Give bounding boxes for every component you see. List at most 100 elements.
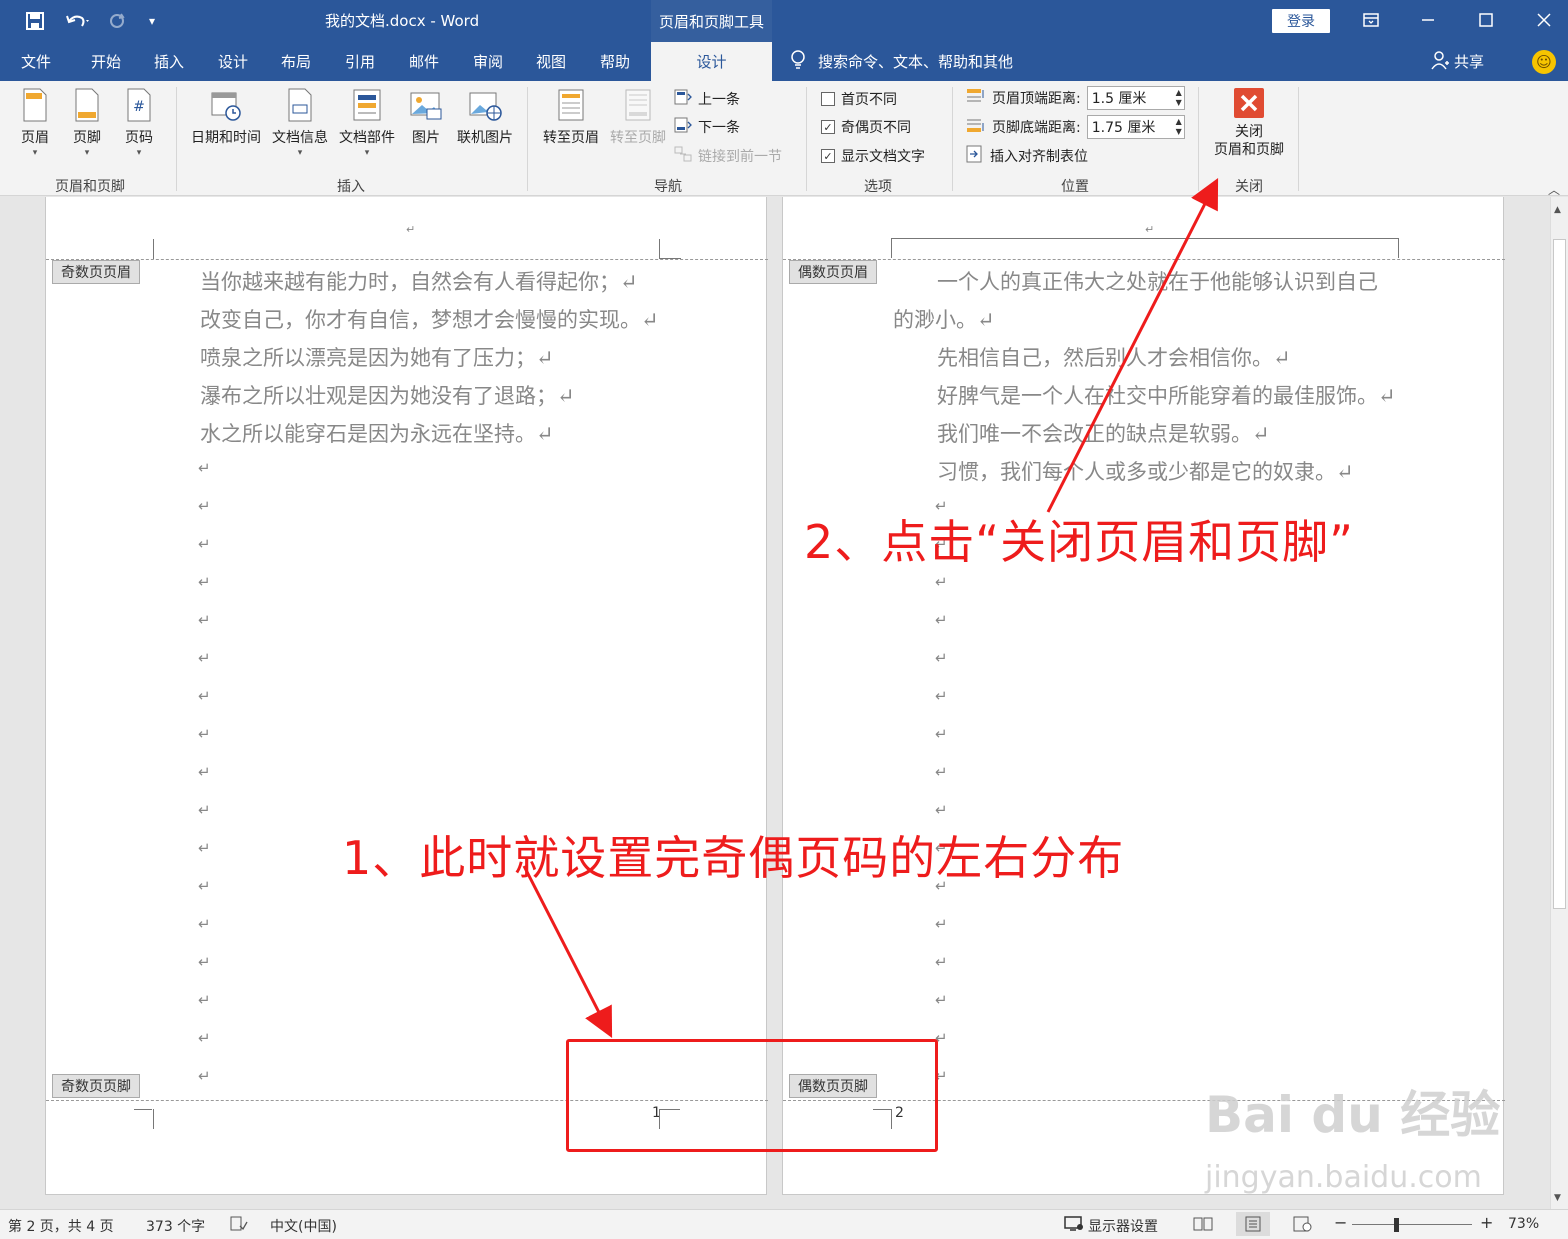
- footer-page-icon: [70, 87, 104, 123]
- calendar-clock-icon: [209, 87, 243, 123]
- goto-header-icon: [554, 87, 588, 123]
- minimize-icon[interactable]: [1404, 4, 1452, 36]
- tab-help[interactable]: 帮助: [589, 42, 641, 81]
- text-line[interactable]: 瀑布之所以壮观是因为她没有了退路；↵: [200, 380, 575, 410]
- insert-alignment-tab-button[interactable]: 插入对齐制表位: [966, 145, 1088, 167]
- header-boundary: [783, 259, 1505, 260]
- text-line[interactable]: 的渺小。↵: [893, 304, 995, 334]
- display-settings-button[interactable]: 显示器设置: [1064, 1216, 1158, 1236]
- scroll-up-arrow-icon[interactable]: ▲: [1554, 205, 1561, 215]
- text-line[interactable]: 好脾气是一个人在社交中所能穿着的最佳服饰。↵: [937, 380, 1396, 410]
- zoom-level[interactable]: 73%: [1508, 1216, 1539, 1232]
- text-line[interactable]: 改变自己，你才有自信，梦想才会慢慢的实现。↵: [200, 304, 659, 334]
- paragraph-mark: ↵: [1145, 223, 1155, 236]
- spinner-arrows-icon[interactable]: ▲ ▼: [1176, 117, 1182, 137]
- header-top-distance: 页眉顶端距离: 1.5 厘米 ▲ ▼: [966, 86, 1185, 110]
- customize-qat-icon[interactable]: ▾: [142, 8, 162, 34]
- footer-bottom-spinner[interactable]: 1.75 厘米 ▲ ▼: [1086, 115, 1185, 139]
- read-mode-icon[interactable]: [1193, 1216, 1213, 1236]
- scroll-down-arrow-icon[interactable]: ▼: [1554, 1193, 1561, 1203]
- text-line[interactable]: 我们唯一不会改正的缺点是软弱。↵: [937, 418, 1270, 448]
- context-tool-label: 页眉和页脚工具: [651, 0, 772, 42]
- tab-header-footer-design[interactable]: 设计: [651, 42, 772, 81]
- print-layout-icon[interactable]: [1236, 1212, 1270, 1236]
- group-separator: [806, 87, 807, 191]
- collapse-ribbon-icon[interactable]: ︿: [1548, 181, 1560, 198]
- text-line[interactable]: 水之所以能穿石是因为永远在坚持。↵: [200, 418, 554, 448]
- text-line[interactable]: 一个人的真正伟大之处就在于他能够认识到自己: [937, 266, 1378, 296]
- tab-insert[interactable]: 插入: [143, 42, 195, 81]
- header-top-label: 页眉顶端距离:: [992, 91, 1081, 107]
- close-header-footer-button[interactable]: 关闭 页眉和页脚: [1206, 87, 1292, 159]
- paragraph-mark: ↵: [198, 801, 211, 819]
- group-label-options: 选项: [864, 179, 892, 195]
- undo-icon[interactable]: [58, 8, 98, 34]
- paragraph-mark: ↵: [198, 649, 211, 667]
- proofing-icon[interactable]: [230, 1216, 248, 1236]
- text-line[interactable]: 当你越来越有能力时，自然会有人看得起你；↵: [200, 266, 638, 296]
- quick-parts-button[interactable]: 文档部件 ▾: [334, 87, 400, 158]
- paragraph-mark: ↵: [198, 991, 211, 1009]
- tell-me-search[interactable]: 搜索命令、文本、帮助和其他: [790, 42, 1013, 81]
- pictures-button[interactable]: 图片: [404, 87, 448, 147]
- share-button[interactable]: 共享: [1430, 42, 1484, 81]
- checkbox-unchecked-icon: [821, 92, 835, 106]
- text-line[interactable]: 先相信自己，然后别人才会相信你。↵: [937, 342, 1291, 372]
- checkbox-checked-icon: ✓: [821, 149, 835, 163]
- scroll-thumb[interactable]: [1553, 239, 1566, 909]
- vertical-scrollbar[interactable]: ▲ ▼: [1550, 197, 1568, 1209]
- web-layout-icon[interactable]: [1293, 1216, 1313, 1236]
- text-line[interactable]: 习惯，我们每个人或多或少都是它的奴隶。↵: [937, 456, 1354, 486]
- goto-header-button[interactable]: 转至页眉: [538, 87, 604, 147]
- header-top-spinner[interactable]: 1.5 厘米 ▲ ▼: [1086, 86, 1185, 110]
- save-icon[interactable]: [22, 8, 48, 34]
- close-window-icon[interactable]: [1520, 4, 1568, 36]
- tab-layout[interactable]: 布局: [270, 42, 322, 81]
- zoom-slider-track[interactable]: [1352, 1224, 1472, 1225]
- zoom-slider-thumb[interactable]: [1394, 1218, 1399, 1232]
- footer-distance-icon: [966, 116, 986, 138]
- tab-mailings[interactable]: 邮件: [398, 42, 450, 81]
- spinner-arrows-icon[interactable]: ▲ ▼: [1176, 88, 1182, 108]
- group-separator: [527, 87, 528, 191]
- different-first-page-checkbox[interactable]: 首页不同: [821, 88, 897, 110]
- tab-review[interactable]: 审阅: [462, 42, 514, 81]
- feedback-smiley-icon[interactable]: ☺: [1532, 50, 1556, 74]
- redo-icon[interactable]: [104, 8, 130, 34]
- zoom-out-button[interactable]: −: [1334, 1213, 1347, 1232]
- word-count[interactable]: 373 个字: [146, 1216, 205, 1236]
- online-pictures-button[interactable]: 联机图片: [452, 87, 518, 147]
- tab-design[interactable]: 设计: [207, 42, 259, 81]
- paragraph-mark: ↵: [198, 1029, 211, 1047]
- quick-parts-icon: [350, 87, 384, 123]
- login-button[interactable]: 登录: [1272, 9, 1330, 33]
- show-document-text-checkbox[interactable]: ✓ 显示文档文字: [821, 145, 925, 167]
- date-time-button[interactable]: 日期和时间: [186, 87, 266, 147]
- page-count[interactable]: 第 2 页，共 4 页: [8, 1216, 114, 1236]
- paragraph-mark: ↵: [198, 839, 211, 857]
- next-section-button[interactable]: 下一条: [674, 116, 740, 138]
- annotation-step-2: 2、点击“关闭页眉和页脚”: [804, 515, 1354, 569]
- previous-section-button[interactable]: 上一条: [674, 88, 740, 110]
- header-button[interactable]: 页眉 ▾: [12, 87, 58, 158]
- tab-home[interactable]: 开始: [80, 42, 132, 81]
- odd-header-tag: 奇数页页眉: [52, 260, 140, 284]
- tab-view[interactable]: 视图: [525, 42, 577, 81]
- paragraph-mark: ↵: [406, 223, 416, 236]
- footer-button[interactable]: 页脚 ▾: [64, 87, 110, 158]
- text-line[interactable]: 喷泉之所以漂亮是因为她有了压力；↵: [200, 342, 554, 372]
- goto-footer-button[interactable]: 转至页脚: [606, 87, 670, 147]
- ribbon-display-options-icon[interactable]: [1347, 4, 1395, 36]
- paragraph-mark: ↵: [198, 1067, 211, 1085]
- group-label-position: 位置: [1061, 179, 1089, 195]
- document-info-button[interactable]: 文档信息 ▾: [268, 87, 332, 158]
- tell-me-text: 搜索命令、文本、帮助和其他: [818, 53, 1014, 71]
- tab-file[interactable]: 文件: [10, 42, 62, 81]
- maximize-icon[interactable]: [1462, 4, 1510, 36]
- zoom-in-button[interactable]: +: [1480, 1213, 1493, 1232]
- tab-references[interactable]: 引用: [334, 42, 386, 81]
- link-to-previous-button[interactable]: 链接到前一节: [674, 145, 782, 167]
- language[interactable]: 中文(中国): [270, 1216, 337, 1236]
- different-odd-even-checkbox[interactable]: ✓ 奇偶页不同: [821, 116, 911, 138]
- page-number-button[interactable]: # 页码 ▾: [116, 87, 162, 158]
